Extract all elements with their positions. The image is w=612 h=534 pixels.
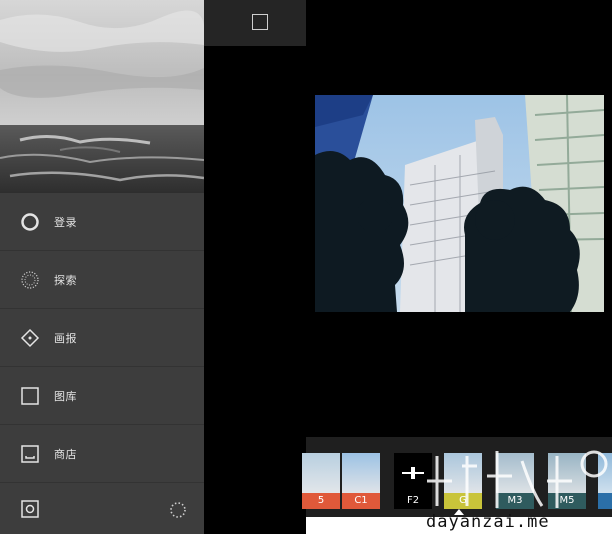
filter-thumb[interactable]: M3 [496, 453, 534, 509]
menu-item-label: 图库 [54, 389, 77, 403]
loading-icon [168, 500, 188, 520]
menu-item-explore[interactable]: 探索 [0, 251, 204, 309]
filter-preview [444, 453, 482, 493]
editor-panel: 5 C1 F2 G M3 M5 [302, 0, 612, 534]
sea-header-photo [0, 0, 204, 193]
watermark-text: dayanzai.me [426, 512, 550, 532]
slider-icon [394, 453, 432, 493]
library-square-icon[interactable] [252, 14, 268, 30]
camera-icon[interactable] [20, 499, 40, 519]
filter-preview [342, 453, 380, 493]
shop-icon [20, 444, 40, 464]
filter-label: G [444, 493, 482, 509]
filter-label [598, 493, 612, 509]
filter-preview [302, 453, 340, 493]
menu-item-label: 登录 [54, 215, 77, 229]
menu-item-label: 探索 [54, 273, 77, 287]
side-menu: 登录 探索 画报 图库 商店 [0, 0, 204, 534]
top-bar [204, 0, 306, 46]
edited-photo[interactable] [315, 95, 604, 312]
filter-strip: 5 C1 F2 G M3 M5 [302, 437, 612, 517]
filter-thumb-selected[interactable]: F2 [394, 453, 432, 509]
filter-label: 5 [302, 493, 340, 509]
menu-item-library[interactable]: 图库 [0, 367, 204, 425]
menu-item-journal[interactable]: 画报 [0, 309, 204, 367]
filter-label: C1 [342, 493, 380, 509]
middle-panel [204, 0, 306, 534]
filter-preview [496, 453, 534, 493]
menu-bottom-bar [0, 482, 204, 534]
diamond-icon [20, 328, 40, 348]
menu-item-label: 商店 [54, 447, 77, 461]
dotted-circle-icon [20, 270, 40, 290]
filter-label: M3 [496, 493, 534, 509]
filter-thumb[interactable]: G [444, 453, 482, 509]
filter-preview [598, 453, 612, 493]
circle-icon [20, 212, 40, 232]
filter-thumb[interactable] [598, 453, 612, 509]
square-icon [20, 386, 40, 406]
filter-thumb[interactable]: C1 [342, 453, 380, 509]
filter-label: F2 [394, 493, 432, 509]
menu-item-label: 画报 [54, 331, 77, 345]
filter-thumb[interactable]: 5 [302, 453, 340, 509]
filter-label: M5 [548, 493, 586, 509]
filter-preview [548, 453, 586, 493]
filter-thumb[interactable]: M5 [548, 453, 586, 509]
menu-item-login[interactable]: 登录 [0, 193, 204, 251]
menu-item-shop[interactable]: 商店 [0, 425, 204, 483]
